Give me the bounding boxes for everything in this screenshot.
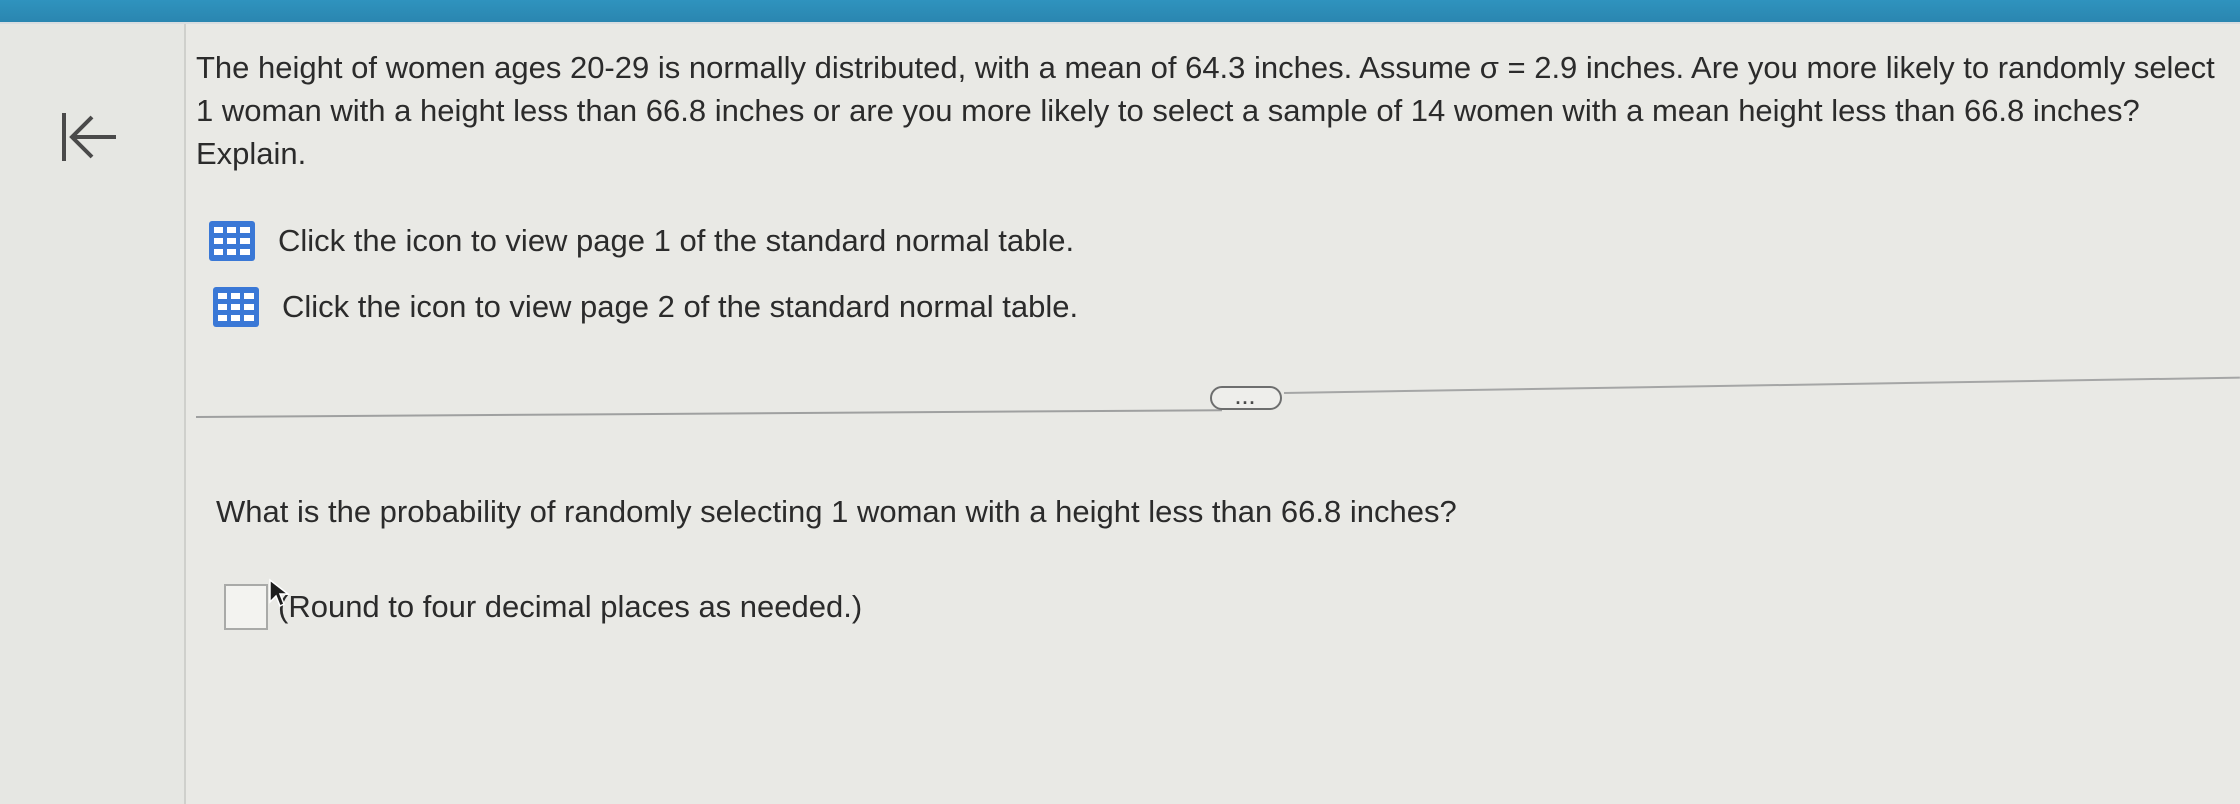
table-link-label[interactable]: Click the icon to view page 1 of the sta… <box>278 223 1074 259</box>
answer-input[interactable] <box>224 584 268 630</box>
left-rail <box>0 24 186 804</box>
table-link-page-1[interactable]: Click the icon to view page 1 of the sta… <box>208 220 1074 262</box>
mouse-pointer-icon <box>269 578 290 608</box>
divider-line <box>1283 376 2240 394</box>
expand-more-button[interactable]: ... <box>1210 386 1282 410</box>
back-to-start-button[interactable] <box>50 102 126 172</box>
question-panel: The height of women ages 20-29 is normal… <box>186 24 2240 804</box>
top-bar <box>0 0 2240 24</box>
divider-line <box>195 409 1222 418</box>
sub-question-text: What is the probability of randomly sele… <box>216 494 1457 529</box>
answer-row: (Round to four decimal places as needed.… <box>224 584 862 630</box>
table-icon[interactable] <box>208 220 256 262</box>
question-text: The height of women ages 20-29 is normal… <box>196 50 2215 171</box>
rounding-hint: (Round to four decimal places as needed.… <box>278 589 863 624</box>
table-link-page-2[interactable]: Click the icon to view page 2 of the sta… <box>212 286 1078 328</box>
table-icon[interactable] <box>212 286 260 328</box>
first-page-arrow-icon <box>62 113 116 161</box>
table-link-label[interactable]: Click the icon to view page 2 of the sta… <box>282 289 1078 325</box>
